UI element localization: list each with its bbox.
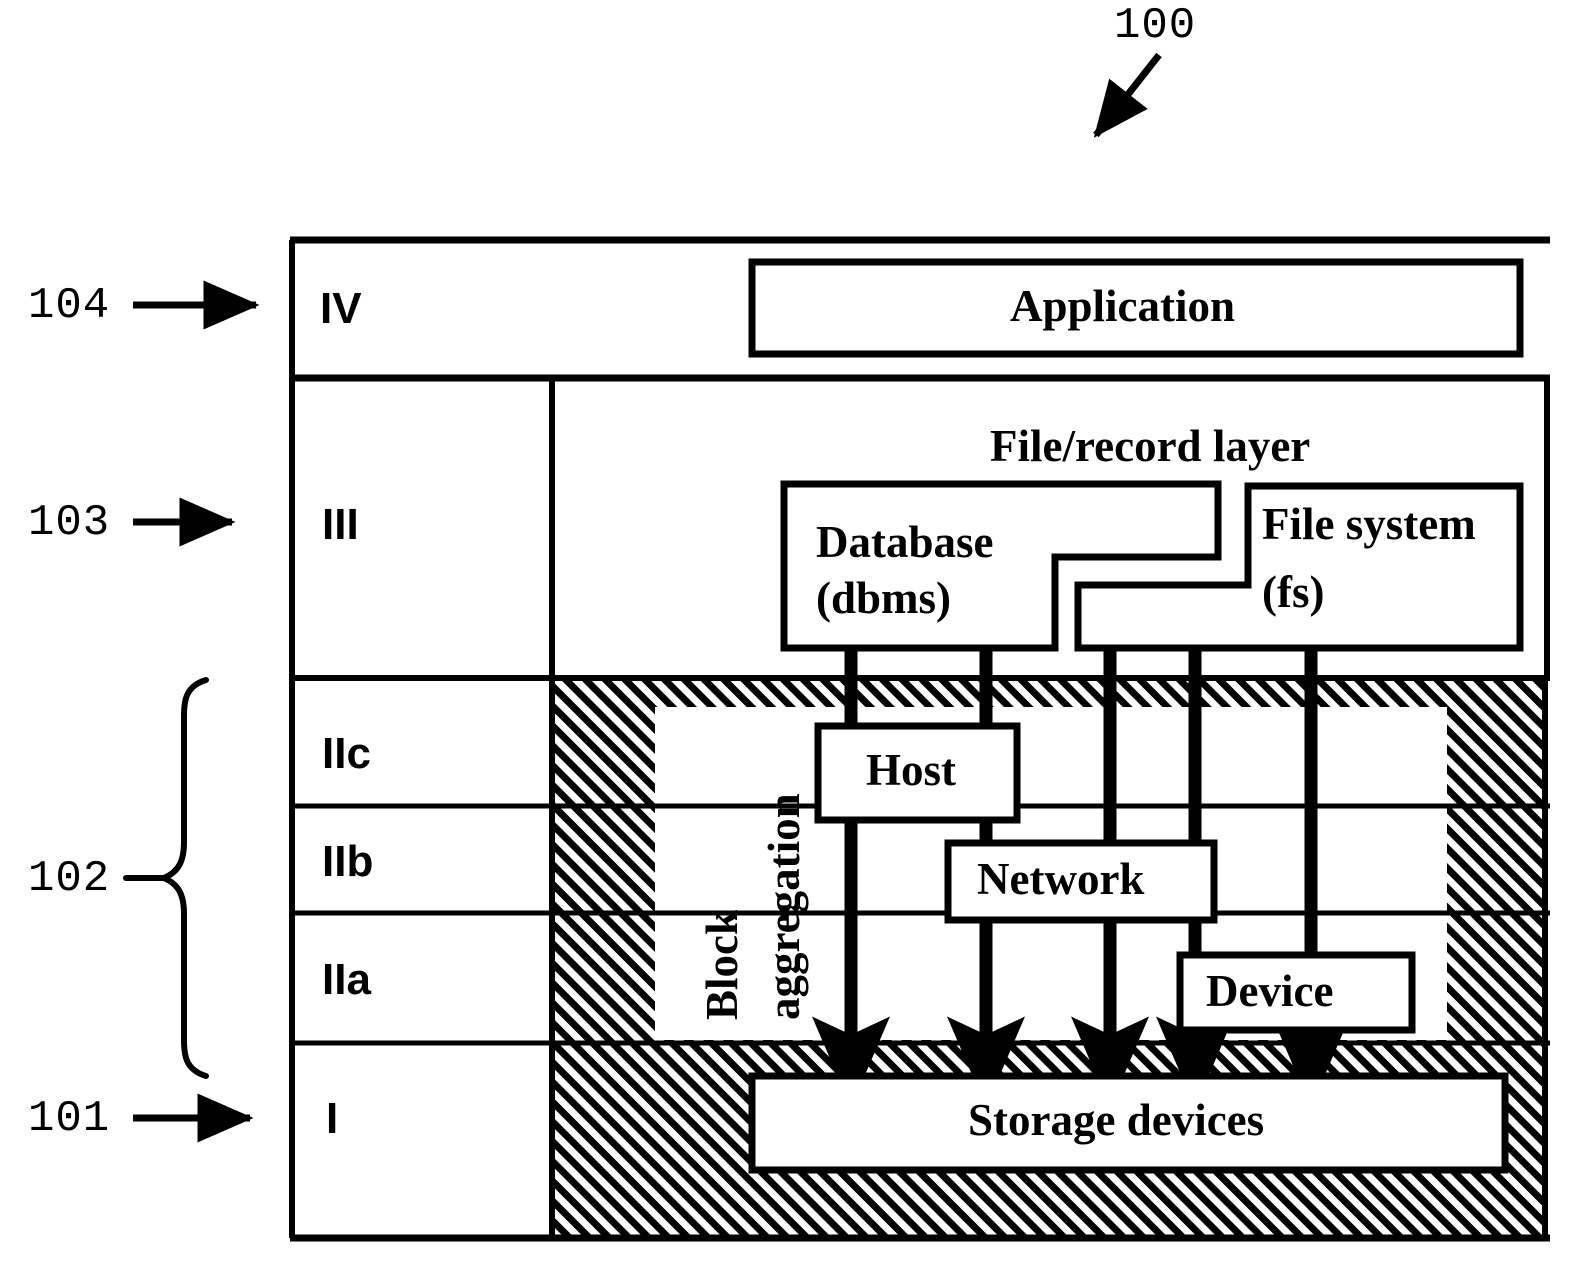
layer-roman-IIc: IIc <box>322 729 371 778</box>
block-aggregation-label-line1: Block <box>697 909 747 1020</box>
file-system-sublabel: (fs) <box>1262 567 1325 617</box>
device-label: Device <box>1206 966 1334 1016</box>
figure-canvas: 100 104 103 102 101 IV III IIc IIb IIa I… <box>0 0 1577 1261</box>
ref-label-102: 102 <box>28 854 111 904</box>
brace-102 <box>123 677 209 1079</box>
layer-roman-IIb: IIb <box>322 837 374 886</box>
layer-roman-III: III <box>322 500 359 549</box>
network-label: Network <box>977 854 1145 904</box>
figure-reference-number: 100 <box>1114 1 1197 51</box>
database-label: Database <box>816 517 994 567</box>
ref-label-101: 101 <box>28 1094 111 1144</box>
layer-roman-IV: IV <box>320 284 362 333</box>
block-aggregation-label-line2: aggregation <box>759 793 809 1020</box>
file-record-layer-title: File/record layer <box>990 421 1311 471</box>
application-label: Application <box>1010 281 1236 331</box>
storage-devices-label: Storage devices <box>968 1095 1265 1145</box>
layer-roman-IIa: IIa <box>322 955 371 1004</box>
layer-roman-I: I <box>326 1094 339 1143</box>
file-system-label: File system <box>1262 499 1476 549</box>
figure-callout-arrow <box>1093 52 1162 138</box>
ref-label-104: 104 <box>28 281 111 331</box>
ref-label-103: 103 <box>28 498 111 548</box>
database-sublabel: (dbms) <box>816 573 952 623</box>
diagram-vector-layer <box>123 52 1550 1242</box>
reference-arrows <box>133 280 260 1143</box>
host-label: Host <box>866 745 956 795</box>
